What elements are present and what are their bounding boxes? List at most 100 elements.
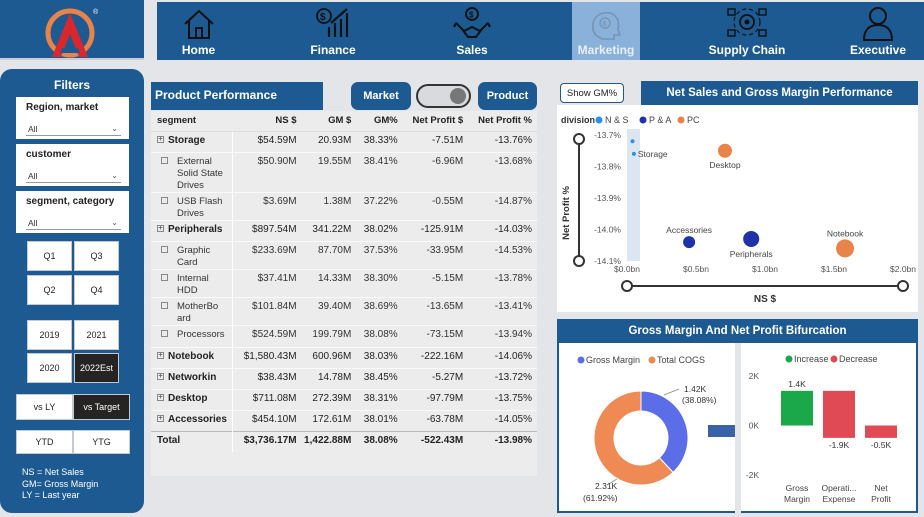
table-row[interactable]: External Solid State Drives $50.90M 19.55M… xyxy=(151,151,537,192)
customer-slicer[interactable]: customer All ⌄ xyxy=(16,144,129,186)
column-header[interactable]: segment xyxy=(151,111,233,132)
x-slider-handle-left[interactable] xyxy=(621,280,633,292)
legend-label[interactable]: Total COGS xyxy=(657,355,705,365)
expand-icon[interactable]: + xyxy=(157,394,164,402)
legend-label[interactable]: Increase xyxy=(794,354,829,364)
table-row[interactable]: + Peripherals $897.54M 341.22M 38.02% -125.91… xyxy=(151,219,537,241)
column-header[interactable]: Net Profit $ xyxy=(402,111,469,132)
table-cell: 38.45% xyxy=(356,367,403,389)
table-row[interactable]: USB Flash Drives $3.69M 1.38M 37.22% -0.55M -… xyxy=(151,191,537,220)
y-slider-handle-bottom[interactable] xyxy=(573,255,585,267)
top-navigation: Home $ Finance $ Sales $ Marketing Suppl… xyxy=(157,2,924,60)
x-slider-handle-right[interactable] xyxy=(897,280,909,292)
column-header[interactable]: GM% xyxy=(356,111,403,132)
table-row[interactable]: Processors $524.59M 199.79M 38.08% -73.15M -1… xyxy=(151,324,537,347)
nav-executive[interactable]: Executive xyxy=(842,2,914,60)
segment-category-dropdown[interactable]: All ⌄ xyxy=(26,216,121,230)
donut-slice[interactable] xyxy=(640,390,689,474)
table-cell: 1,422.88M xyxy=(301,430,357,452)
waterfall-bar[interactable] xyxy=(781,390,813,426)
chevron-down-icon: ⌄ xyxy=(111,218,118,227)
bifurcation-title: Gross Margin And Net Profit Bifurcation xyxy=(557,319,918,343)
quarter-q3-button[interactable]: Q3 xyxy=(74,241,119,271)
column-header[interactable]: Net Profit % xyxy=(468,111,537,132)
vs-ly-button[interactable]: vs LY xyxy=(16,394,73,420)
nav-marketing[interactable]: $ Marketing xyxy=(572,2,640,60)
table-row[interactable]: MotherBo ard $101.84M 39.40M 38.69% -13.65M -… xyxy=(151,296,537,325)
tree-line-icon xyxy=(161,301,168,309)
waterfall-bar[interactable] xyxy=(823,390,855,438)
scatter-point[interactable] xyxy=(717,143,732,158)
x-axis-label: NS $ xyxy=(754,294,777,305)
waterfall-chart: Increase Decrease 2K 0K -2K 1.4K GrossMargin… xyxy=(746,354,897,504)
expand-icon[interactable]: + xyxy=(157,352,164,360)
legend-label[interactable]: Decrease xyxy=(839,354,878,364)
table-cell: -97.79M xyxy=(402,388,469,410)
table-row[interactable]: Internal HDD $37.41M 14.33M 38.30% -5.15M -13… xyxy=(151,268,537,297)
point-label: Notebook xyxy=(827,228,864,238)
chevron-down-icon: ⌄ xyxy=(111,124,118,133)
table-cell: 172.61M xyxy=(301,409,357,431)
expand-icon[interactable]: + xyxy=(157,373,164,381)
legend-label[interactable]: Gross Margin xyxy=(586,355,640,365)
column-header[interactable]: NS $ xyxy=(232,111,302,132)
table-row[interactable]: Graphic Card $233.69M 87.70M 37.53% -33.95M -… xyxy=(151,240,537,269)
nav-home[interactable]: Home xyxy=(157,2,240,60)
ytd-button[interactable]: YTD xyxy=(16,430,73,454)
scatter-point[interactable] xyxy=(683,236,696,249)
filters-title: Filters xyxy=(53,78,90,92)
quarter-q4-button[interactable]: Q4 xyxy=(74,275,119,305)
table-row[interactable]: + Networkin $38.43M 14.78M 38.45% -5.27M -13.7… xyxy=(151,367,537,389)
region-market-slicer[interactable]: Region, market All ⌄ xyxy=(16,97,129,139)
scatter-point[interactable] xyxy=(630,139,635,144)
nav-finance[interactable]: $ Finance xyxy=(283,2,383,60)
column-header[interactable]: GM $ xyxy=(301,111,357,132)
segment-category-slicer[interactable]: segment, category All ⌄ xyxy=(16,191,129,233)
show-gm-button[interactable]: Show GM% xyxy=(560,83,624,103)
x-tick-label: $0.0bn xyxy=(614,264,640,274)
scatter-point[interactable] xyxy=(631,151,636,156)
nav-supply-chain[interactable]: Supply Chain xyxy=(702,2,792,60)
y-slider-handle-top[interactable] xyxy=(573,133,585,145)
year-2020-button[interactable]: 2020 xyxy=(27,353,72,383)
year-2021-button[interactable]: 2021 xyxy=(74,320,119,350)
table-cell: -13.65M xyxy=(402,296,469,325)
year-2019-button[interactable]: 2019 xyxy=(27,320,72,350)
market-toggle-button[interactable]: Market xyxy=(351,82,411,110)
waterfall-bar[interactable] xyxy=(865,425,897,438)
table-row[interactable]: + Accessories $454.10M 172.61M 38.01% -63.78M… xyxy=(151,409,537,431)
table-row[interactable]: + Notebook $1,580.43M 600.96M 38.03% -222.16M… xyxy=(151,346,537,368)
market-product-toggle[interactable] xyxy=(416,84,471,108)
ytg-button[interactable]: YTG xyxy=(73,430,130,454)
legend-label[interactable]: P & A xyxy=(649,115,671,125)
vs-target-button[interactable]: vs Target xyxy=(73,394,130,420)
segment-label: Networkin xyxy=(168,371,217,383)
nav-sales[interactable]: $ Sales xyxy=(427,2,517,60)
quarter-q2-button[interactable]: Q2 xyxy=(27,275,72,305)
svg-text:®: ® xyxy=(93,8,99,16)
customer-dropdown[interactable]: All ⌄ xyxy=(26,169,121,183)
scatter-point[interactable] xyxy=(836,239,855,258)
region-market-dropdown[interactable]: All ⌄ xyxy=(26,122,121,136)
table-cell: 38.08% xyxy=(356,324,403,347)
segment-label: Graphic Card xyxy=(177,244,211,268)
toggle-knob xyxy=(450,88,466,104)
legend-label[interactable]: PC xyxy=(687,115,700,125)
category-label: Net xyxy=(874,483,888,493)
table-cell: -125.91M xyxy=(402,219,469,241)
expand-icon[interactable]: + xyxy=(157,415,164,423)
legend-label[interactable]: N & S xyxy=(605,115,629,125)
segment-label: Desktop xyxy=(168,392,208,404)
donut-chart: Gross Margin Total COGS 1.42K(38.08%) 2.31… xyxy=(577,355,755,503)
table-cell: -5.15M xyxy=(402,268,469,297)
table-cell: $454.10M xyxy=(231,409,302,431)
quarter-q1-button[interactable]: Q1 xyxy=(27,241,72,271)
table-row[interactable]: + Desktop $711.08M 272.39M 38.31% -97.79M -13.… xyxy=(151,388,537,410)
table-total-row[interactable]: Total $3,736.17M 1,422.88M 38.08% -522.43M -1… xyxy=(151,430,537,452)
expand-icon[interactable]: + xyxy=(157,136,164,144)
expand-icon[interactable]: + xyxy=(157,225,164,233)
year-2022est-button[interactable]: 2022Est xyxy=(74,353,119,383)
scatter-point[interactable] xyxy=(743,230,760,247)
product-toggle-button[interactable]: Product xyxy=(478,82,537,110)
table-row[interactable]: + Storage $54.59M 20.93M 38.33% -7.51M -13.76% xyxy=(151,130,537,152)
